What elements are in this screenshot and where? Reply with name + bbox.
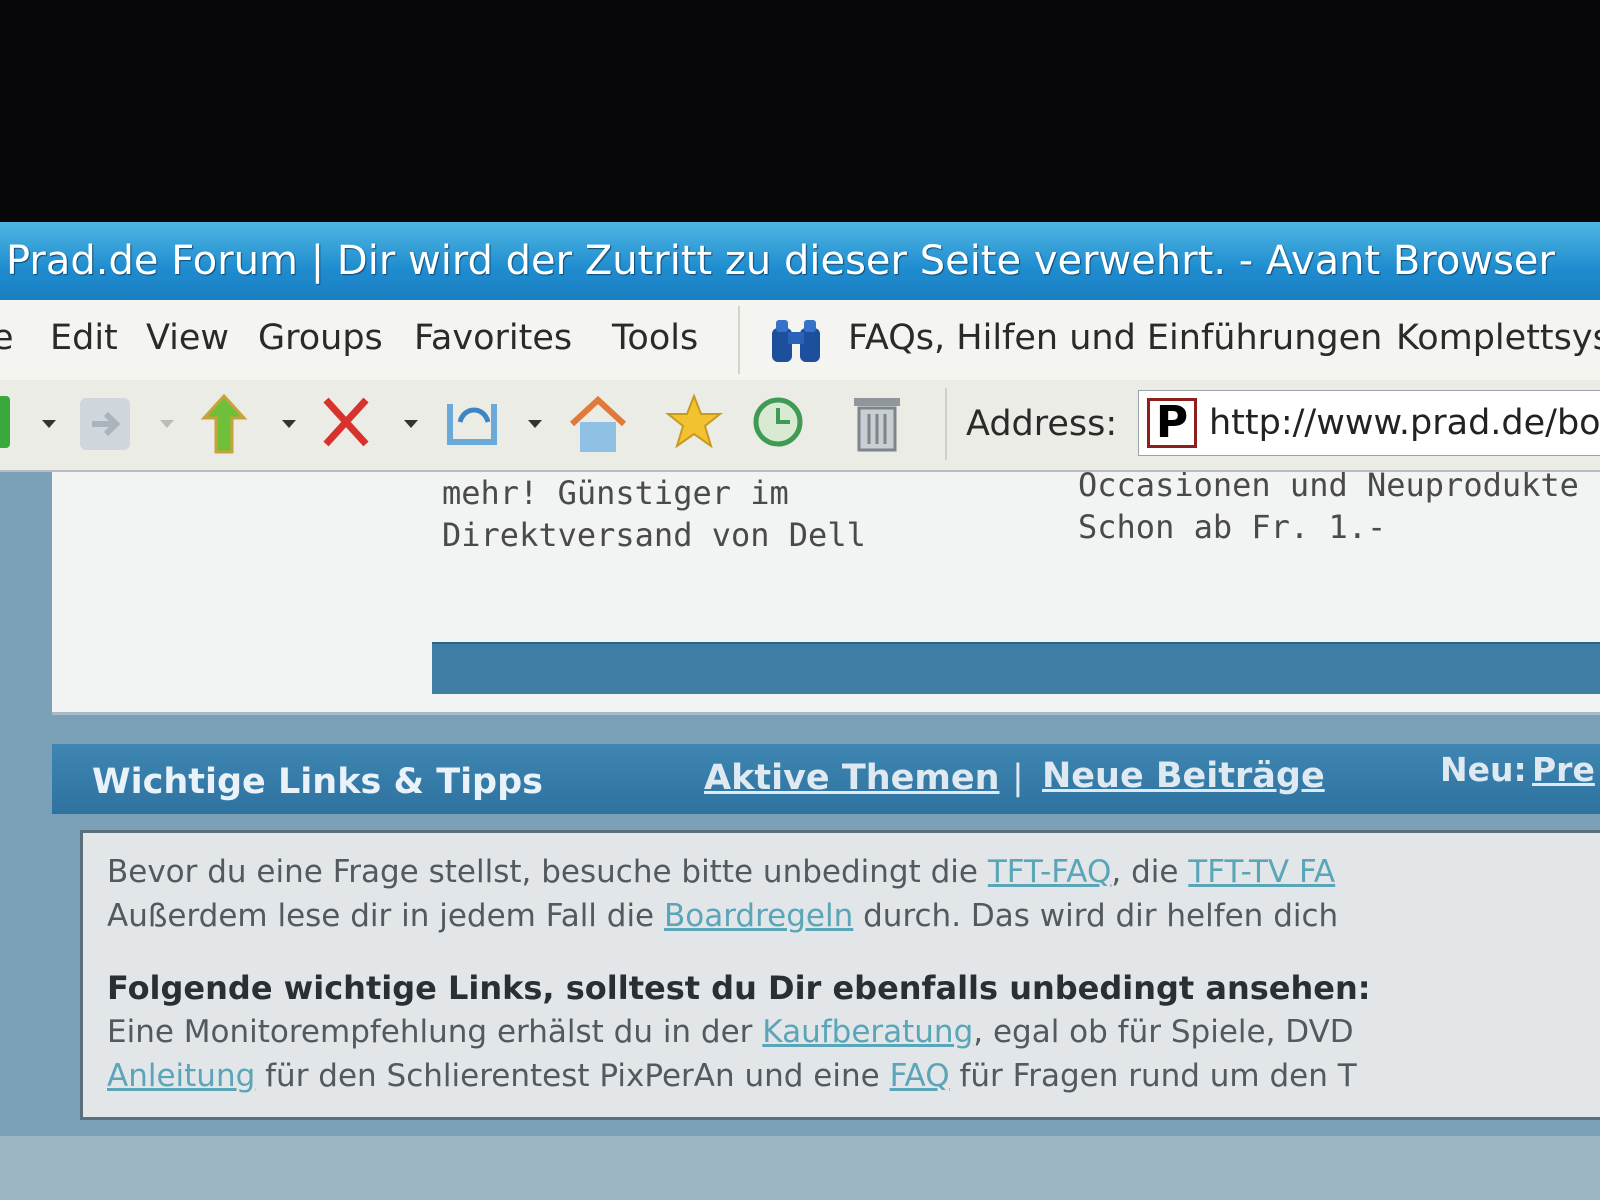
ad-occasionen[interactable]: Occasionen und Neuprodukte Schon ab Fr. … xyxy=(1078,472,1579,548)
link-komplettsysteme[interactable]: Komplettsyst xyxy=(1396,318,1600,358)
ad-area: mehr! Günstiger im Direktversand von Del… xyxy=(52,472,1600,715)
up-dropdown-icon[interactable] xyxy=(282,420,296,428)
prad-favicon-icon: P xyxy=(1147,398,1197,448)
menu-edit[interactable]: Edit xyxy=(50,318,118,358)
menu-view[interactable]: View xyxy=(146,318,229,358)
menu-groups[interactable]: Groups xyxy=(258,318,383,358)
undo-icon[interactable] xyxy=(440,392,504,452)
trash-icon[interactable] xyxy=(850,392,904,454)
stop-icon[interactable] xyxy=(318,392,374,452)
link-boardregeln[interactable]: Boardregeln xyxy=(664,898,853,934)
menu-tools[interactable]: Tools xyxy=(612,318,698,358)
history-icon[interactable] xyxy=(748,392,804,452)
section-title: Wichtige Links & Tipps xyxy=(92,762,544,802)
back-dropdown-icon[interactable] xyxy=(42,420,56,428)
header-divider: | xyxy=(1012,758,1024,798)
menu-separator xyxy=(738,306,740,374)
ad-occasionen-line2: Schon ab Fr. 1.- xyxy=(1078,508,1387,546)
info-line-4: Eine Monitorempfehlung erhälst du in der… xyxy=(107,1011,1354,1053)
page-content: mehr! Günstiger im Direktversand von Del… xyxy=(0,472,1600,1200)
link-faq[interactable]: FAQs, Hilfen und Einführungen xyxy=(848,318,1382,358)
info-line-2: Außerdem lese dir in jedem Fall die Boar… xyxy=(107,895,1338,937)
binoculars-icon[interactable] xyxy=(768,316,824,366)
menu-file[interactable]: e xyxy=(0,318,14,358)
neu-label: Neu: xyxy=(1440,750,1527,789)
info-text: Bevor du eine Frage stellst, besuche bit… xyxy=(107,854,988,890)
link-faq[interactable]: FAQ xyxy=(890,1058,950,1094)
back-icon[interactable] xyxy=(0,392,16,452)
address-url[interactable]: http://www.prad.de/boa xyxy=(1209,403,1600,443)
toolbar: Address: P http://www.prad.de/boa xyxy=(0,380,1600,472)
link-anleitung[interactable]: Anleitung xyxy=(107,1058,255,1094)
info-line-1: Bevor du eine Frage stellst, besuche bit… xyxy=(107,851,1335,893)
info-box: Bevor du eine Frage stellst, besuche bit… xyxy=(80,830,1600,1120)
link-tft-tv-faq[interactable]: TFT-TV FA xyxy=(1188,854,1335,890)
menu-bar: e Edit View Groups Favorites Tools FAQs,… xyxy=(0,300,1600,381)
link-kaufberatung[interactable]: Kaufberatung xyxy=(762,1014,973,1050)
window-title: Prad.de Forum | Dir wird der Zutritt zu … xyxy=(0,222,1600,300)
info-line-5: Anleitung für den Schlierentest PixPerAn… xyxy=(107,1055,1357,1097)
info-text: Eine Monitorempfehlung erhälst du in der xyxy=(107,1014,763,1050)
info-text: , egal ob für Spiele, DVD xyxy=(973,1014,1354,1050)
ad-dell-line2: Direktversand von Dell xyxy=(442,516,866,554)
page-bottom xyxy=(0,1136,1600,1200)
info-heading: Folgende wichtige Links, solltest du Dir… xyxy=(107,969,1371,1007)
forward-dropdown-icon xyxy=(160,420,174,428)
info-text: Außerdem lese dir in jedem Fall die xyxy=(107,898,664,934)
undo-dropdown-icon[interactable] xyxy=(528,420,542,428)
favorites-icon[interactable] xyxy=(664,392,724,452)
browser-window: Prad.de Forum | Dir wird der Zutritt zu … xyxy=(0,222,1600,1200)
ad-footer-bar xyxy=(432,642,1600,694)
address-label: Address: xyxy=(966,404,1118,444)
info-text: durch. Das wird dir helfen dich xyxy=(853,898,1339,934)
info-text: für den Schlierentest PixPerAn und eine xyxy=(255,1058,890,1094)
section-header: Wichtige Links & Tipps Aktive Themen | N… xyxy=(52,744,1600,814)
home-icon[interactable] xyxy=(566,392,630,458)
link-aktive-themen[interactable]: Aktive Themen xyxy=(704,758,999,798)
menu-favorites[interactable]: Favorites xyxy=(414,318,572,358)
ad-dell-line1: mehr! Günstiger im xyxy=(442,474,789,512)
info-text: , die xyxy=(1111,854,1189,890)
ad-occasionen-line1: Occasionen und Neuprodukte xyxy=(1078,472,1579,504)
link-neu[interactable]: Pre xyxy=(1532,750,1595,789)
up-icon[interactable] xyxy=(196,392,252,458)
info-text: für Fragen rund um den T xyxy=(949,1058,1357,1094)
forward-icon[interactable] xyxy=(76,392,134,456)
link-tft-faq[interactable]: TFT-FAQ xyxy=(988,854,1112,890)
ad-dell[interactable]: mehr! Günstiger im Direktversand von Del… xyxy=(442,472,866,556)
toolbar-separator xyxy=(945,388,947,460)
address-bar[interactable]: P http://www.prad.de/boa xyxy=(1138,390,1600,456)
stop-dropdown-icon[interactable] xyxy=(404,420,418,428)
link-neue-beitraege[interactable]: Neue Beiträge xyxy=(1042,756,1325,796)
